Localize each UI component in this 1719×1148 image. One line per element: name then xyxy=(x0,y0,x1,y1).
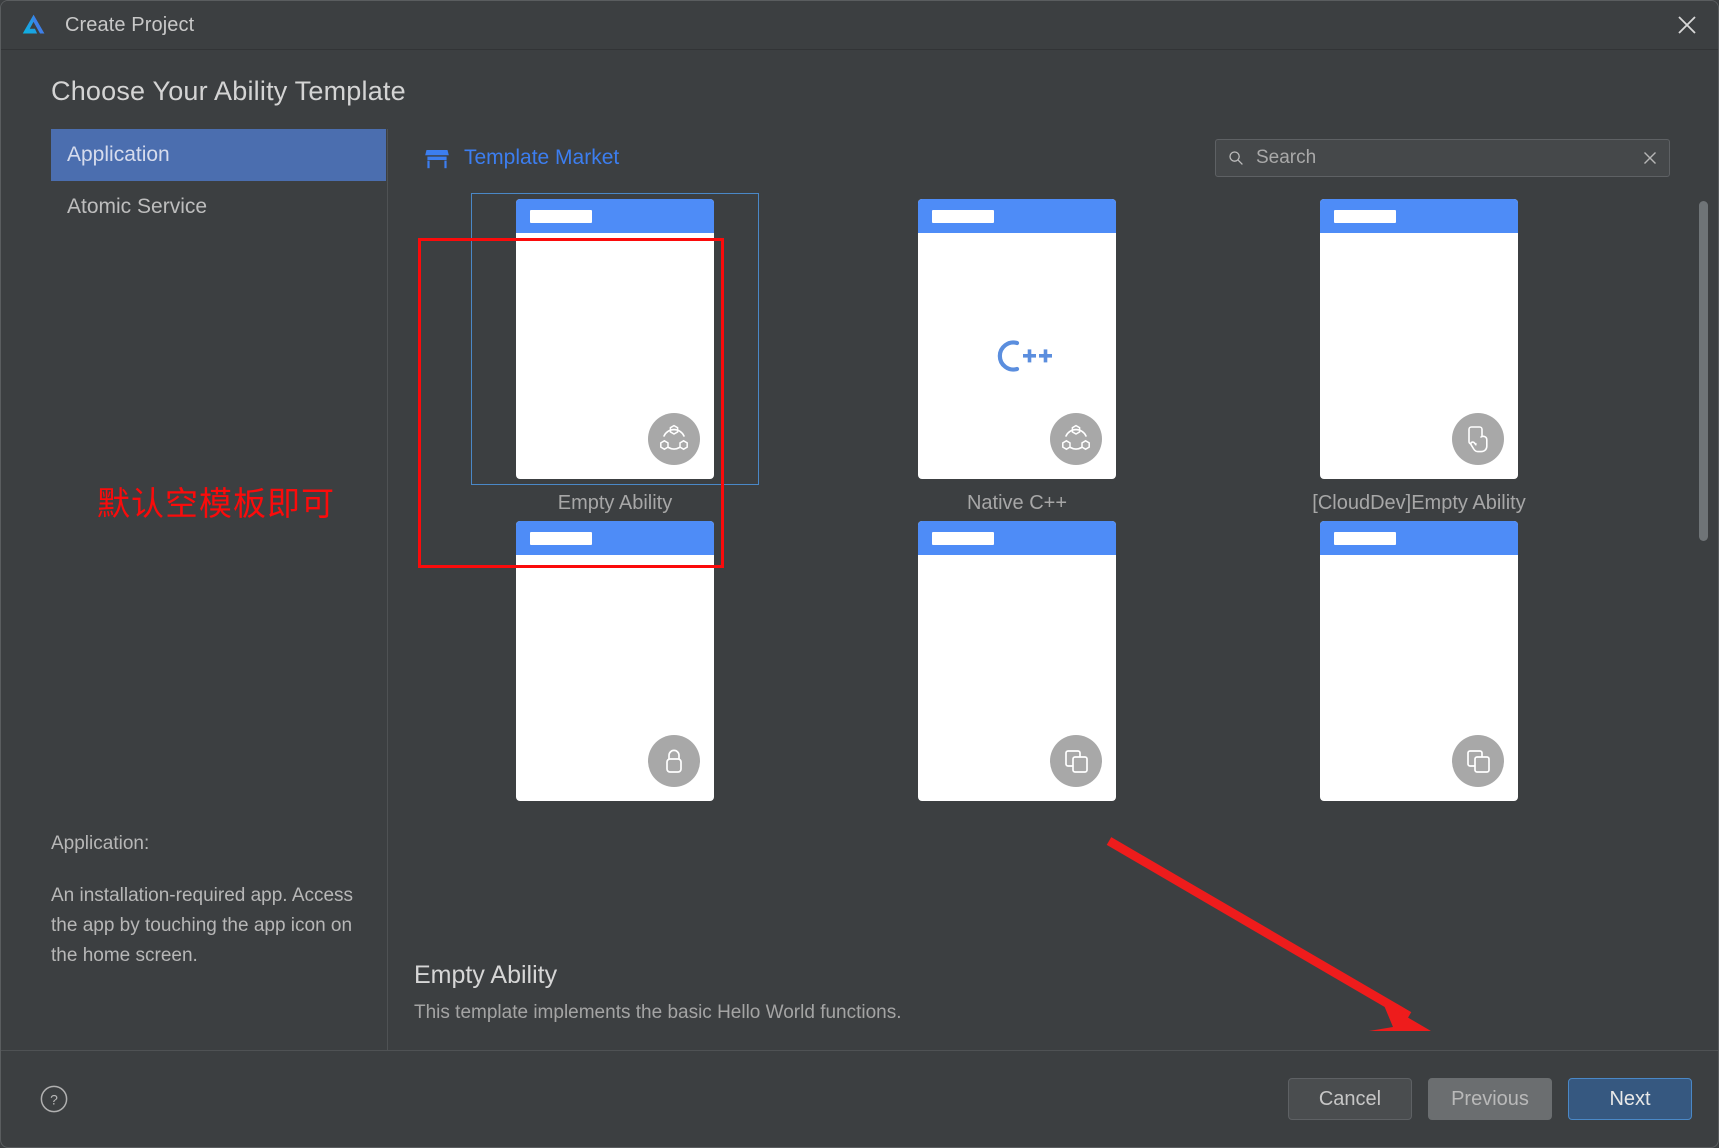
template-preview xyxy=(918,199,1116,479)
copy-pages-icon xyxy=(1065,750,1088,773)
panes: Application Atomic Service 默认空模板即可 Appli… xyxy=(1,107,1718,1050)
sidebar-item-label: Atomic Service xyxy=(67,195,208,218)
template-badge xyxy=(1452,735,1504,787)
vertical-scrollbar[interactable] xyxy=(1699,201,1708,541)
help-circle-icon[interactable]: ? xyxy=(39,1084,69,1114)
hand-tap-icon xyxy=(1468,426,1488,453)
title-bar: Create Project xyxy=(1,1,1718,50)
close-button[interactable] xyxy=(1656,1,1718,48)
preview-titlebar-pill xyxy=(1334,531,1396,545)
template-detail: Empty Ability This template implements t… xyxy=(388,961,1718,1050)
dialog-content: Choose Your Ability Template Application… xyxy=(1,50,1718,1050)
template-badge xyxy=(648,735,700,787)
template-card-frame xyxy=(873,515,1161,807)
template-badge xyxy=(1452,413,1504,465)
preview-titlebar xyxy=(918,521,1116,555)
sidebar-item-application[interactable]: Application xyxy=(51,129,386,181)
create-project-dialog: Create Project Choose Your Ability Templ… xyxy=(0,0,1719,1148)
template-card-label: Native C++ xyxy=(966,492,1068,514)
template-card-frame xyxy=(471,515,759,807)
template-badge xyxy=(1050,735,1102,787)
preview-titlebar-pill xyxy=(932,209,994,223)
template-preview xyxy=(516,199,714,479)
template-card-frame xyxy=(1275,515,1563,807)
category-description-body: An installation-required app. Access the… xyxy=(51,885,354,966)
template-card-clouddev-empty-ability[interactable]: [CloudDev]Empty Ability xyxy=(1269,193,1569,515)
next-button-label: Next xyxy=(1609,1087,1651,1110)
template-preview xyxy=(918,521,1116,801)
preview-body xyxy=(516,233,714,479)
template-card-label: [CloudDev]Empty Ability xyxy=(1312,492,1526,514)
template-card-empty-ability[interactable]: Empty Ability xyxy=(465,193,765,515)
preview-body xyxy=(1320,555,1518,801)
category-sidebar: Application Atomic Service 默认空模板即可 Appli… xyxy=(1,129,388,1050)
template-preview xyxy=(1320,521,1518,801)
preview-titlebar xyxy=(516,521,714,555)
preview-titlebar-pill xyxy=(530,209,592,223)
storefront-icon xyxy=(425,150,449,169)
template-card-label: Empty Ability xyxy=(557,492,673,514)
svg-text:?: ? xyxy=(50,1092,58,1108)
preview-titlebar xyxy=(918,199,1116,233)
sidebar-item-label: Application xyxy=(67,143,170,166)
preview-body xyxy=(1320,233,1518,479)
close-icon[interactable] xyxy=(1641,149,1659,167)
preview-titlebar xyxy=(516,199,714,233)
footer-buttons: Cancel Previous Next xyxy=(1288,1078,1692,1120)
page-title: Choose Your Ability Template xyxy=(51,76,406,106)
previous-button-label: Previous xyxy=(1451,1087,1529,1110)
template-card-frame xyxy=(1275,193,1563,485)
template-detail-title: Empty Ability xyxy=(414,961,558,989)
preview-body xyxy=(516,555,714,801)
template-card-row2-2[interactable] xyxy=(867,515,1167,814)
category-description-title: Application: xyxy=(51,833,150,854)
template-grid: Empty Ability Native C++ [CloudDev]Empty… xyxy=(388,187,1718,814)
lock-icon xyxy=(666,749,682,773)
preview-titlebar-pill xyxy=(1334,209,1396,223)
share-nodes-icon xyxy=(1062,424,1090,451)
search-box[interactable] xyxy=(1215,139,1670,177)
deveco-logo-icon xyxy=(22,14,45,34)
template-market-label: Template Market xyxy=(464,146,620,169)
preview-titlebar-pill xyxy=(932,531,994,545)
preview-titlebar-pill xyxy=(530,531,592,545)
template-card-native-cpp[interactable]: Native C++ xyxy=(867,193,1167,515)
chinese-annotation-note: 默认空模板即可 xyxy=(97,484,335,523)
dialog-footer: ? Cancel Previous Next xyxy=(1,1050,1718,1147)
previous-button[interactable]: Previous xyxy=(1428,1078,1552,1120)
window-title: Create Project xyxy=(65,13,195,36)
category-description: Application: An installation-required ap… xyxy=(51,829,371,971)
template-grid-scroll: Empty Ability Native C++ [CloudDev]Empty… xyxy=(388,187,1718,961)
next-button[interactable]: Next xyxy=(1568,1078,1692,1120)
market-row: Template Market xyxy=(388,129,1718,187)
copy-pages-icon xyxy=(1467,750,1490,773)
search-input[interactable] xyxy=(1254,146,1635,170)
template-card-frame xyxy=(471,193,759,485)
template-detail-description: This template implements the basic Hello… xyxy=(414,1002,902,1023)
template-badge xyxy=(1050,413,1102,465)
cancel-button[interactable]: Cancel xyxy=(1288,1078,1412,1120)
search-icon xyxy=(1229,151,1243,165)
template-badge xyxy=(648,413,700,465)
preview-titlebar xyxy=(1320,199,1518,233)
share-nodes-icon xyxy=(660,424,688,451)
preview-body xyxy=(918,233,1116,479)
template-pane: Template Market Search Empty Ability Nat… xyxy=(388,129,1718,1050)
sidebar-item-atomic-service[interactable]: Atomic Service xyxy=(51,181,386,233)
cancel-button-label: Cancel xyxy=(1318,1087,1382,1110)
template-preview xyxy=(516,521,714,801)
close-icon xyxy=(1678,15,1696,34)
preview-titlebar xyxy=(1320,521,1518,555)
template-card-frame xyxy=(873,193,1161,485)
template-preview xyxy=(1320,199,1518,479)
preview-body xyxy=(918,555,1116,801)
cpp-logo-icon xyxy=(997,340,1052,372)
template-market-link[interactable]: Template Market xyxy=(424,145,619,171)
template-card-row2-1[interactable] xyxy=(465,515,765,814)
template-card-row2-3[interactable] xyxy=(1269,515,1569,814)
